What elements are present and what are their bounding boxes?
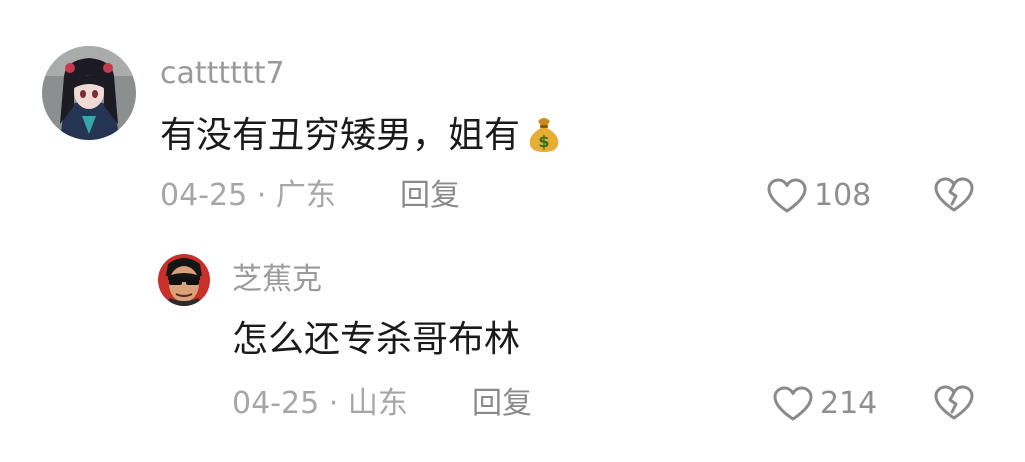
reply-button[interactable]: 回复 [472, 386, 532, 422]
broken-heart-icon [934, 385, 974, 420]
meta-separator: · [256, 178, 267, 213]
user-avatar[interactable] [158, 254, 210, 306]
money-bag-icon: $ [524, 113, 564, 164]
comment-text: 怎么还专杀哥布林 [232, 319, 521, 360]
comment-item: catttttt7 有没有丑穷矮男，姐有 $ 04-25 · 广东 回复 108 [0, 0, 1025, 230]
comment-location: 山东 [347, 386, 408, 421]
heart-icon [773, 386, 813, 421]
user-avatar[interactable] [42, 46, 136, 140]
comment-username[interactable]: 芝蕉克 [232, 262, 322, 298]
comment-meta: 04-25 · 山东 [232, 386, 408, 422]
comment-date: 04-25 [160, 178, 248, 213]
heart-icon [767, 178, 807, 213]
cartoon-man-sunglasses-avatar-icon [158, 254, 210, 306]
comment-text: 有没有丑穷矮男，姐有 $ [160, 113, 564, 164]
svg-text:$: $ [538, 132, 549, 151]
comment-date: 04-25 [232, 386, 320, 421]
like-count: 108 [814, 178, 872, 213]
comment-username[interactable]: catttttt7 [160, 56, 285, 92]
reply-comment-item: 芝蕉克 怎么还专杀哥布林 04-25 · 山东 回复 214 [0, 230, 1025, 462]
like-count: 214 [820, 386, 878, 421]
reply-button[interactable]: 回复 [400, 178, 460, 214]
like-button[interactable]: 108 [766, 176, 871, 216]
comment-meta: 04-25 · 广东 [160, 178, 336, 214]
dislike-button[interactable] [933, 176, 975, 218]
comment-text-content: 有没有丑穷矮男，姐有 [160, 115, 521, 156]
comment-location: 广东 [275, 178, 336, 213]
like-button[interactable]: 214 [772, 384, 877, 424]
broken-heart-icon [934, 177, 974, 212]
dislike-button[interactable] [933, 384, 975, 426]
anime-girl-avatar-icon [42, 46, 136, 140]
meta-separator: · [328, 386, 339, 421]
